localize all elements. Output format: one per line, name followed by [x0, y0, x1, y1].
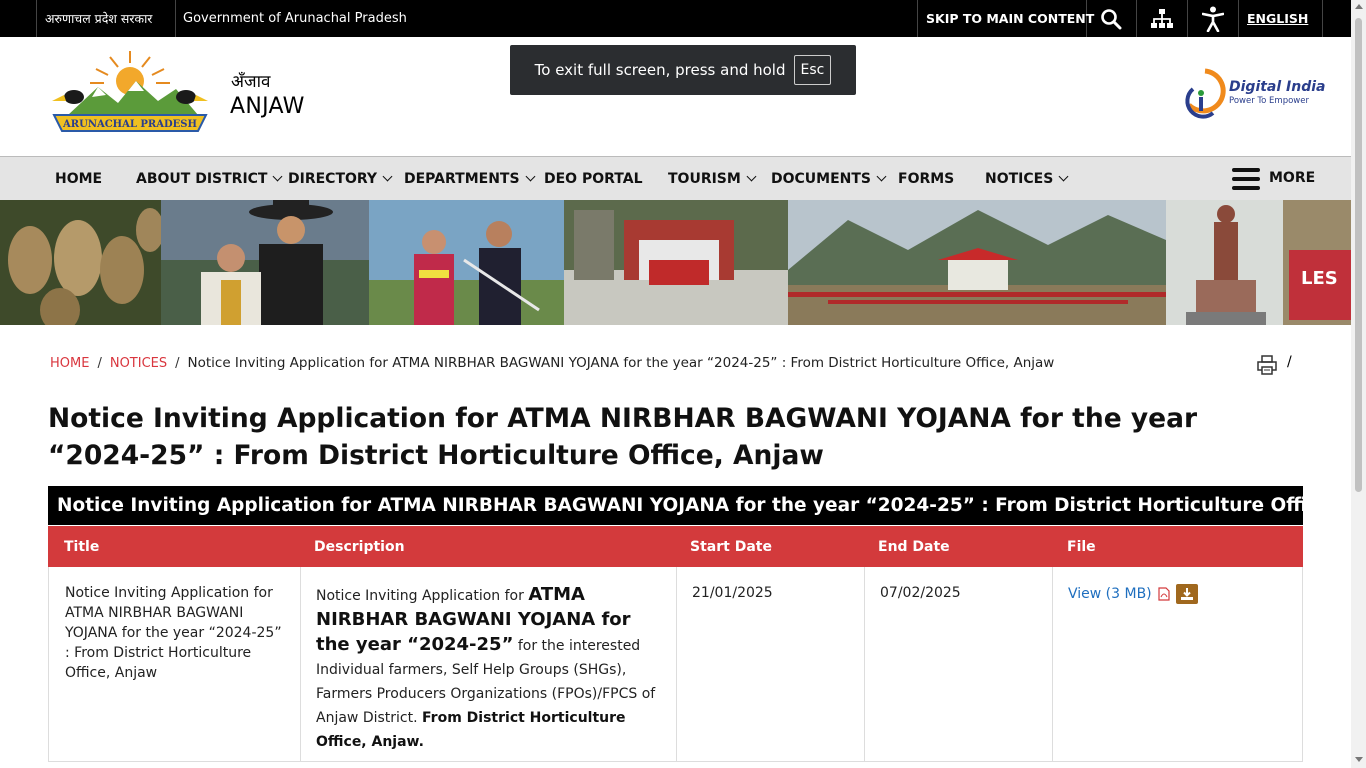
nav-forms[interactable]: FORMS — [898, 157, 954, 200]
nav-label: HOME — [55, 170, 103, 187]
banner-memorial-gate — [564, 200, 788, 325]
site-name[interactable]: ANJAW — [230, 94, 305, 119]
nav-departments[interactable]: DEPARTMENTS — [404, 157, 535, 200]
chevron-down-icon — [382, 171, 393, 182]
print-share-separator: / — [1287, 354, 1292, 370]
accessibility-icon — [1202, 6, 1224, 32]
banner-statue — [1166, 200, 1283, 325]
banner-kiwi-fruit — [0, 200, 161, 325]
row-end-date: 07/02/2025 — [880, 585, 961, 601]
download-icon — [1180, 588, 1193, 600]
chevron-down-icon — [876, 171, 887, 182]
desc-prefix: Notice Inviting Application for — [316, 588, 529, 604]
nav-notices[interactable]: NOTICES — [985, 157, 1069, 200]
chevron-down-icon — [525, 171, 535, 182]
sitemap-button[interactable] — [1137, 0, 1188, 37]
breadcrumb-home-link[interactable]: HOME — [50, 356, 89, 371]
nav-label: DIRECTORY — [288, 170, 378, 187]
svg-text:ARUNACHAL PRADESH: ARUNACHAL PRADESH — [62, 119, 197, 130]
row-description: Notice Inviting Application for ATMA NIR… — [316, 583, 666, 754]
banner-valley-monument — [788, 200, 1166, 325]
main-navigation: HOME ABOUT DISTRICT DIRECTORY DEPARTMENT… — [0, 156, 1351, 200]
nav-label: TOURISM — [668, 170, 741, 187]
state-govt-english[interactable]: Government of Arunachal Pradesh — [175, 0, 407, 37]
hamburger-menu-icon[interactable] — [1232, 168, 1260, 190]
breadcrumb-notices-link[interactable]: NOTICES — [110, 356, 167, 371]
page-title: Notice Inviting Application for ATMA NIR… — [48, 403, 1198, 471]
language-english-link[interactable]: ENGLISH — [1239, 0, 1323, 37]
scroll-down-arrow-icon[interactable] — [1355, 757, 1363, 762]
nav-label: DOCUMENTS — [771, 170, 872, 187]
banner-traditional-couple — [161, 200, 369, 325]
column-header-file: File — [1067, 538, 1096, 555]
chevron-down-icon — [273, 171, 283, 182]
row-title: Notice Inviting Application for ATMA NIR… — [65, 585, 282, 681]
column-header-start-date: Start Date — [690, 538, 772, 555]
breadcrumb: HOME / NOTICES / Notice Inviting Applica… — [50, 355, 1054, 371]
nav-label: NOTICES — [985, 170, 1054, 187]
pdf-icon — [1158, 587, 1170, 601]
fullscreen-message: To exit full screen, press and hold — [534, 61, 786, 79]
print-icon[interactable] — [1257, 355, 1277, 375]
search-icon — [1101, 8, 1122, 29]
svg-text:LES: LES — [1301, 268, 1338, 289]
column-header-end-date: End Date — [878, 538, 950, 555]
breadcrumb-separator: / — [97, 355, 102, 371]
chevron-down-icon — [1058, 171, 1069, 182]
top-bar: अरुणाचल प्रदेश सरकार Government of Aruna… — [0, 0, 1351, 37]
column-header-title: Title — [64, 538, 100, 555]
banner-signboard: LES — [1283, 200, 1351, 325]
row-start-date: 21/01/2025 — [692, 585, 773, 601]
column-header-description: Description — [314, 538, 405, 555]
view-file-link[interactable]: View (3 MB) — [1068, 584, 1152, 604]
site-header: ARUNACHAL PRADESH अँजाव ANJAW To exit fu… — [0, 37, 1351, 156]
row-file: View (3 MB) — [1068, 584, 1198, 604]
nav-deo-portal[interactable]: DEO PORTAL — [544, 157, 643, 200]
nav-tourism[interactable]: TOURISM — [668, 157, 757, 200]
scroll-up-arrow-icon[interactable] — [1355, 4, 1363, 9]
nav-label: DEPARTMENTS — [404, 170, 520, 187]
fullscreen-exit-notice: To exit full screen, press and hold Esc — [510, 45, 856, 95]
banner-collage: LES — [0, 200, 1351, 325]
esc-key-badge: Esc — [793, 55, 832, 85]
sitemap-icon — [1151, 8, 1173, 28]
arunachal-emblem-logo[interactable]: ARUNACHAL PRADESH — [48, 45, 212, 139]
nav-label: DEO PORTAL — [544, 170, 643, 187]
nav-label: ABOUT DISTRICT — [136, 170, 268, 187]
scrollbar-thumb[interactable] — [1355, 18, 1362, 492]
site-name-hindi: अँजाव — [231, 72, 271, 92]
accessibility-button[interactable] — [1188, 0, 1239, 37]
table-header: Title Description Start Date End Date Fi… — [48, 526, 1303, 567]
state-govt-hindi[interactable]: अरुणाचल प्रदेश सरकार — [36, 0, 176, 37]
download-button[interactable] — [1175, 584, 1198, 604]
page-scrollbar[interactable] — [1351, 0, 1366, 768]
nav-documents[interactable]: DOCUMENTS — [771, 157, 887, 200]
breadcrumb-current: Notice Inviting Application for ATMA NIR… — [187, 355, 1055, 371]
table-caption: Notice Inviting Application for ATMA NIR… — [48, 486, 1366, 525]
nav-about-district[interactable]: ABOUT DISTRICT — [136, 157, 283, 200]
nav-more[interactable]: MORE — [1269, 156, 1315, 199]
nav-label: FORMS — [898, 170, 955, 187]
nav-home[interactable]: HOME — [55, 157, 102, 200]
digital-india-tagline: Power To Empower — [1229, 96, 1309, 106]
digital-india-title: Digital India — [1229, 79, 1326, 95]
skip-to-main-content-link[interactable]: SKIP TO MAIN CONTENT — [917, 0, 1094, 37]
breadcrumb-separator: / — [175, 355, 180, 371]
nav-directory[interactable]: DIRECTORY — [288, 157, 393, 200]
chevron-down-icon — [746, 171, 757, 182]
search-button[interactable] — [1086, 0, 1137, 37]
banner-tribal-dancers — [369, 200, 564, 325]
table-row: Notice Inviting Application for ATMA NIR… — [48, 567, 1303, 762]
